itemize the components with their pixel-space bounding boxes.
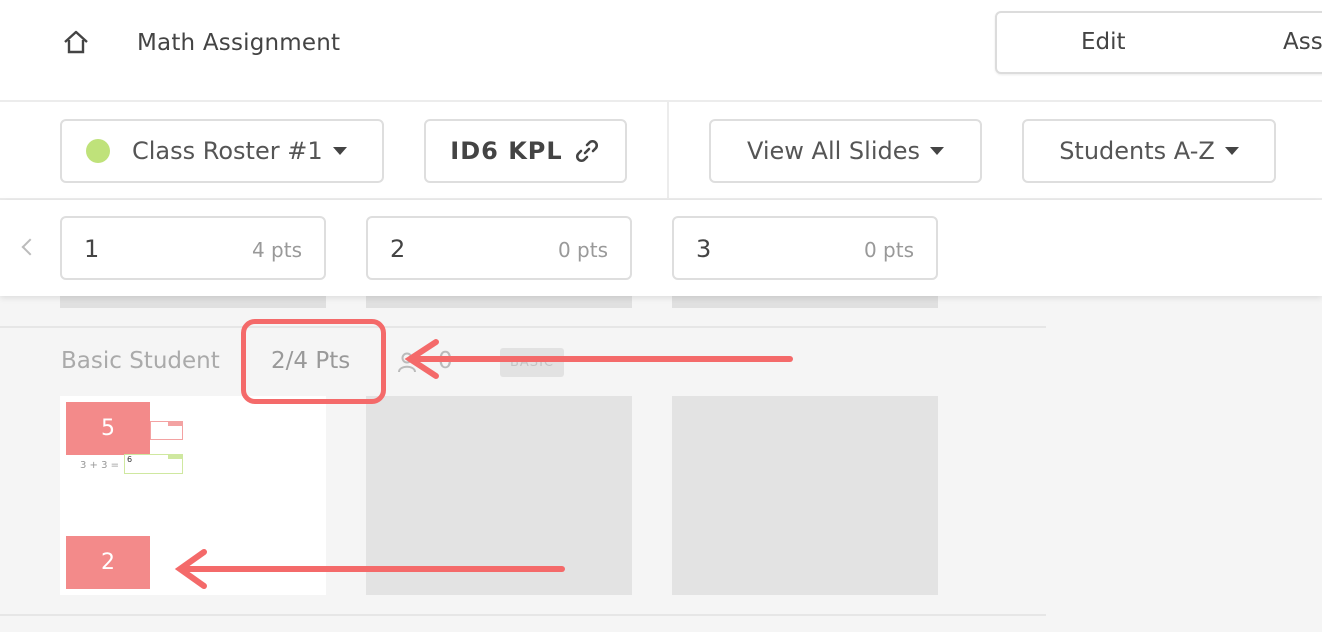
- slide-number: 3: [696, 235, 712, 263]
- sort-students-dropdown[interactable]: Students A-Z: [1022, 119, 1276, 183]
- previous-thumbnail: [60, 296, 326, 308]
- teacher-dashboard: Math Assignment Edit Ass Class Roster #1…: [0, 0, 1322, 632]
- home-icon[interactable]: [62, 28, 90, 56]
- row-divider: [0, 614, 1046, 616]
- slide-thumbnail[interactable]: 5 3 + 3 = 6 2: [60, 396, 326, 595]
- previous-thumbnail: [366, 296, 632, 308]
- mini-equation: 3 + 3 =: [80, 460, 120, 471]
- slide-points: 4 pts: [251, 238, 302, 262]
- previous-thumbnail: [672, 296, 938, 308]
- caret-down-icon: [332, 147, 347, 155]
- class-roster-dropdown[interactable]: Class Roster #1: [60, 119, 384, 183]
- caret-down-icon: [1224, 147, 1239, 155]
- score-box[interactable]: 2: [66, 536, 150, 589]
- slide-number: 2: [390, 235, 406, 263]
- annotation-highlight-box: [241, 319, 386, 404]
- class-code-label: ID6 KPL: [450, 137, 563, 165]
- sort-students-label: Students A-Z: [1059, 137, 1215, 165]
- toolbar: Class Roster #1 ID6 KPL View All Slides …: [0, 102, 1322, 200]
- assign-mode-button[interactable]: Ass: [1283, 29, 1322, 55]
- edit-mode-button[interactable]: Edit: [1081, 29, 1126, 55]
- student-count: 0: [438, 348, 453, 374]
- toolbar-divider: [667, 102, 669, 198]
- class-code-button[interactable]: ID6 KPL: [424, 119, 627, 183]
- mini-field-tag: [168, 421, 183, 426]
- slide-thumbnail[interactable]: [672, 396, 938, 595]
- slide-number: 1: [84, 235, 100, 263]
- mini-field-tag: [168, 454, 183, 459]
- slide-tab[interactable]: 2 0 pts: [366, 216, 632, 280]
- slide-thumbnail[interactable]: [366, 396, 632, 595]
- row-divider: [0, 326, 1046, 328]
- slide-points: 0 pts: [557, 238, 608, 262]
- mode-toggle: Edit Ass: [995, 11, 1322, 74]
- status-badge: BASIC: [500, 348, 564, 377]
- slide-tabs: 1 4 pts 2 0 pts 3 0 pts: [0, 200, 1322, 296]
- class-roster-label: Class Roster #1: [132, 137, 323, 165]
- chevron-left-icon[interactable]: [21, 238, 39, 256]
- link-icon: [575, 139, 598, 163]
- student-list: Basic Student 2/4 Pts 0 BASIC 5 3 + 3 = …: [0, 296, 1322, 632]
- caret-down-icon: [930, 147, 945, 155]
- slide-tab[interactable]: 3 0 pts: [672, 216, 938, 280]
- header-bar: Math Assignment Edit Ass: [0, 0, 1322, 102]
- view-slides-label: View All Slides: [746, 137, 921, 165]
- person-icon: [398, 352, 416, 373]
- slide-points: 0 pts: [863, 238, 914, 262]
- page-title: Math Assignment: [137, 30, 341, 56]
- view-slides-dropdown[interactable]: View All Slides: [709, 119, 982, 183]
- roster-status-dot: [86, 139, 110, 163]
- slide-tab[interactable]: 1 4 pts: [60, 216, 326, 280]
- student-name[interactable]: Basic Student: [61, 348, 220, 374]
- score-box[interactable]: 5: [66, 402, 150, 455]
